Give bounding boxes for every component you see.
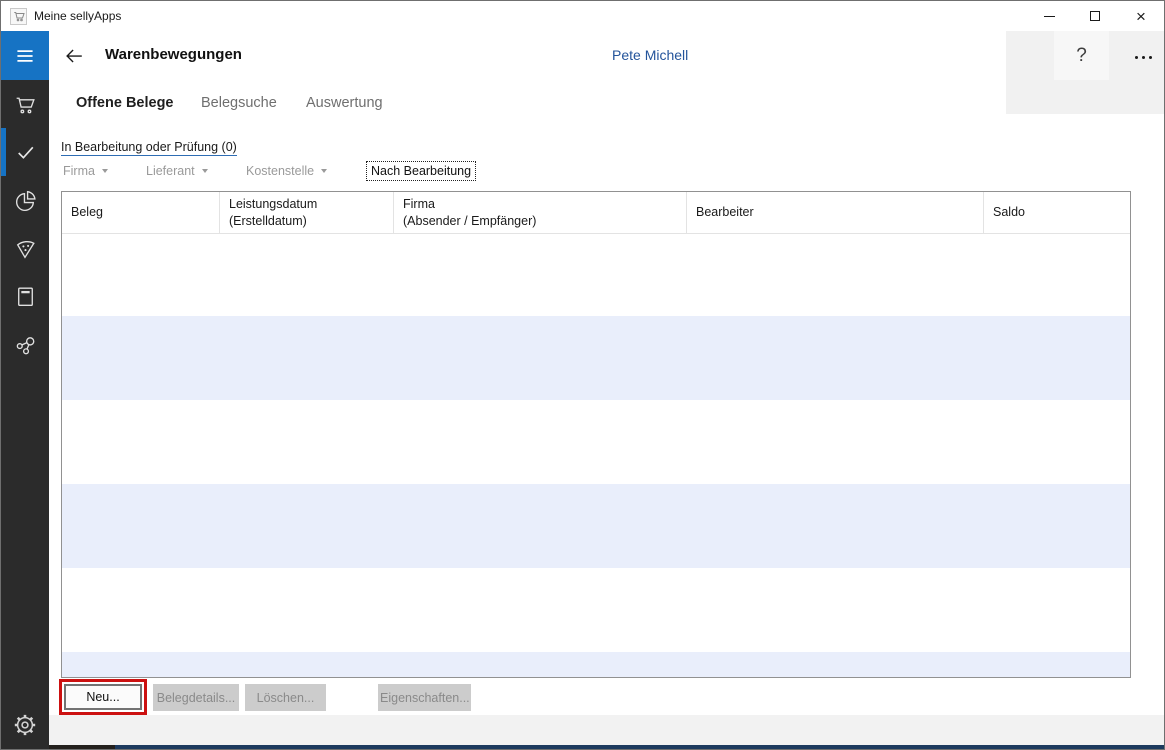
tab-auswertung[interactable]: Auswertung bbox=[306, 95, 383, 111]
shopping-cart-icon bbox=[13, 92, 38, 117]
table-header-row: Beleg Leistungsdatum(Erstelldatum) Firma… bbox=[62, 192, 1130, 234]
sidebar-item-settings[interactable] bbox=[1, 705, 49, 745]
filter-kostenstelle-dropdown[interactable]: Kostenstelle bbox=[246, 164, 327, 178]
minimize-icon bbox=[1044, 16, 1055, 17]
main-content: ? Warenbewegungen Pete Michell Offene Be… bbox=[49, 31, 1164, 749]
user-name-button[interactable]: Pete Michell bbox=[612, 47, 688, 63]
sidebar-item-journal[interactable] bbox=[1, 272, 49, 320]
back-button[interactable] bbox=[62, 44, 86, 68]
chevron-down-icon bbox=[102, 169, 108, 173]
empty-row-band bbox=[62, 652, 1130, 677]
app-window: Meine sellyApps × bbox=[0, 0, 1165, 750]
table-body[interactable] bbox=[62, 234, 1130, 677]
hamburger-menu-button[interactable] bbox=[1, 31, 49, 80]
bottom-spacer bbox=[49, 715, 1164, 745]
chevron-down-icon bbox=[321, 169, 327, 173]
empty-row-band bbox=[62, 316, 1130, 400]
gear-icon bbox=[12, 712, 38, 738]
selected-item-accent-bar bbox=[1, 128, 6, 176]
bottom-edge-strip bbox=[49, 745, 1164, 750]
titlebar: Meine sellyApps × bbox=[1, 1, 1164, 31]
neu-button[interactable]: Neu... bbox=[64, 684, 142, 710]
window-title: Meine sellyApps bbox=[34, 9, 121, 23]
hamburger-menu-icon bbox=[12, 43, 38, 69]
highlight-annotation-box: Neu... bbox=[59, 679, 147, 715]
column-header-beleg: Beleg bbox=[62, 192, 220, 233]
close-button[interactable]: × bbox=[1118, 1, 1164, 31]
help-button[interactable]: ? bbox=[1054, 31, 1109, 80]
tab-offene-belege[interactable]: Offene Belege bbox=[76, 95, 174, 111]
close-icon: × bbox=[1136, 8, 1146, 25]
checkmark-icon bbox=[13, 140, 38, 165]
book-icon bbox=[13, 284, 38, 309]
filter-firma-dropdown[interactable]: Firma bbox=[63, 164, 108, 178]
loeschen-button[interactable]: Löschen... bbox=[245, 684, 326, 711]
sidebar bbox=[1, 31, 49, 749]
sidebar-item-check[interactable] bbox=[1, 128, 49, 176]
cart-app-icon bbox=[10, 8, 27, 25]
belegdetails-button[interactable]: Belegdetails... bbox=[153, 684, 239, 711]
sidebar-item-cart[interactable] bbox=[1, 80, 49, 128]
maximize-button[interactable] bbox=[1072, 1, 1118, 31]
more-button[interactable] bbox=[1124, 45, 1162, 69]
share-icon bbox=[13, 332, 38, 357]
maximize-icon bbox=[1090, 11, 1100, 21]
sidebar-item-share[interactable] bbox=[1, 320, 49, 368]
back-arrow-icon bbox=[63, 45, 85, 67]
chevron-down-icon bbox=[202, 169, 208, 173]
ellipsis-more-icon bbox=[1135, 56, 1138, 59]
help-icon: ? bbox=[1076, 45, 1087, 67]
eigenschaften-button[interactable]: Eigenschaften... bbox=[378, 684, 471, 711]
tab-belegsuche[interactable]: Belegsuche bbox=[201, 95, 277, 111]
column-header-saldo: Saldo bbox=[984, 192, 1130, 233]
sidebar-item-pizza[interactable] bbox=[1, 224, 49, 272]
empty-row-band bbox=[62, 568, 1130, 652]
filter-lieferant-dropdown[interactable]: Lieferant bbox=[146, 164, 208, 178]
empty-row-band bbox=[62, 484, 1130, 568]
column-header-bearbeiter: Bearbeiter bbox=[687, 192, 984, 233]
empty-row-band bbox=[62, 400, 1130, 484]
sidebar-item-pie-chart[interactable] bbox=[1, 176, 49, 224]
page-title: Warenbewegungen bbox=[105, 46, 242, 63]
column-header-firma: Firma(Absender / Empfänger) bbox=[394, 192, 687, 233]
column-header-leistungsdatum: Leistungsdatum(Erstelldatum) bbox=[220, 192, 394, 233]
documents-table: Beleg Leistungsdatum(Erstelldatum) Firma… bbox=[61, 191, 1131, 678]
nach-bearbeitung-toggle[interactable]: Nach Bearbeitung bbox=[366, 161, 476, 181]
pie-chart-icon bbox=[13, 188, 38, 213]
in-progress-link[interactable]: In Bearbeitung oder Prüfung (0) bbox=[61, 140, 237, 156]
empty-row-band bbox=[62, 234, 1130, 316]
minimize-button[interactable] bbox=[1026, 1, 1072, 31]
pizza-icon bbox=[13, 236, 38, 261]
